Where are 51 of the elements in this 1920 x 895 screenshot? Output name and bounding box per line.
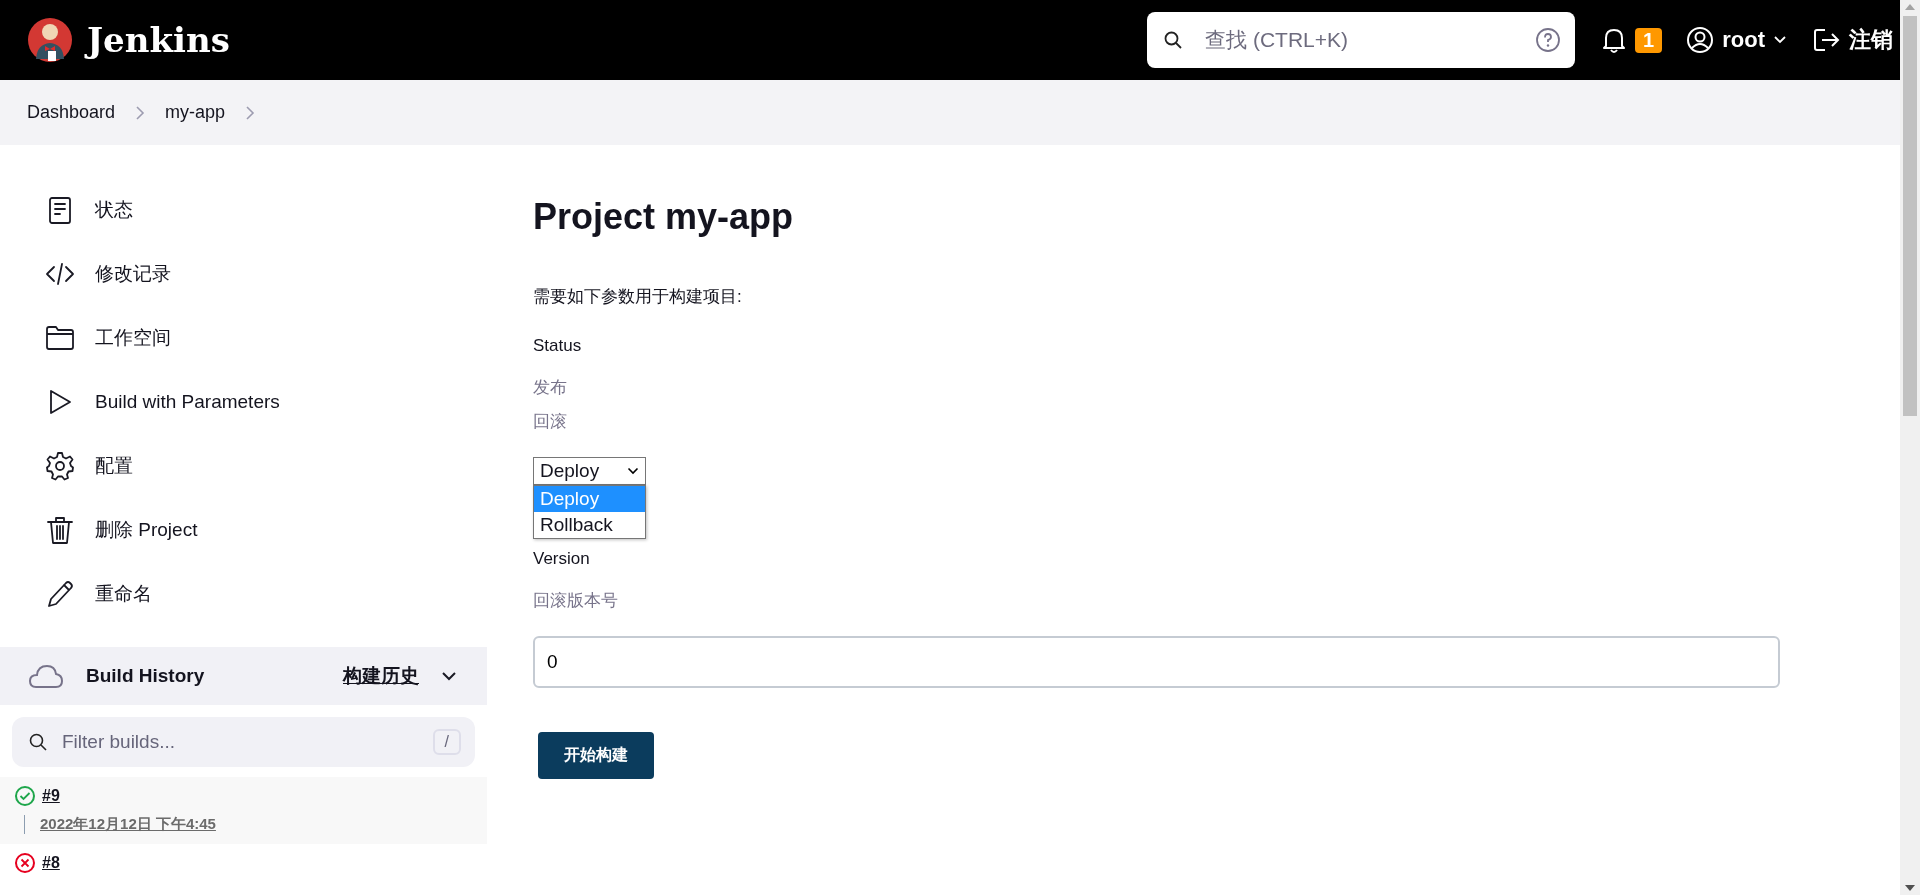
- search-field[interactable]: 查找 (CTRL+K): [1147, 12, 1576, 68]
- cloud-icon: [28, 663, 64, 689]
- chevron-right-icon: [135, 104, 146, 121]
- search-icon: [28, 732, 48, 752]
- build-link[interactable]: #9: [42, 787, 60, 805]
- search-icon: [1163, 30, 1184, 50]
- parameter-help: 回滚版本号: [533, 590, 619, 612]
- sidebar-item[interactable]: 修改记录: [45, 259, 171, 289]
- sidebar-item[interactable]: 删除 Project: [45, 515, 198, 545]
- build-button[interactable]: 开始构建: [538, 732, 654, 779]
- logout-button[interactable]: 注销: [1813, 25, 1893, 55]
- version-input[interactable]: 0: [533, 636, 1780, 688]
- chevron-down-icon: [1773, 35, 1787, 45]
- sidebar-item[interactable]: 工作空间: [45, 323, 171, 353]
- parameter-help: 发布: [533, 377, 568, 399]
- chevron-right-icon: [245, 104, 256, 121]
- folder-icon: [45, 323, 75, 353]
- build-link[interactable]: #8: [42, 854, 60, 872]
- dropdown-option[interactable]: Rollback: [534, 512, 645, 538]
- logo-icon[interactable]: [25, 15, 75, 65]
- user-icon: [1686, 26, 1715, 54]
- parameter-help: 回滚: [533, 411, 568, 433]
- pencil-icon: [45, 579, 75, 609]
- build-time-link[interactable]: 2022年12月12日 下午4:45: [40, 815, 216, 832]
- shortcut-key: /: [432, 729, 461, 755]
- user-menu[interactable]: root: [1686, 26, 1787, 54]
- sidebar-item[interactable]: Build with Parameters: [45, 387, 280, 417]
- parameter-name: Version: [533, 549, 591, 569]
- parameter-name: Status: [533, 336, 583, 356]
- help-icon[interactable]: [1535, 27, 1562, 53]
- gear-icon: [45, 451, 75, 481]
- status-select[interactable]: Deploy: [533, 457, 646, 485]
- cross-circle-icon: [14, 852, 36, 874]
- page-title: Project my-app: [533, 196, 795, 238]
- breadcrumb-link[interactable]: Dashboard: [27, 102, 116, 123]
- scrollbar-thumb[interactable]: [1903, 16, 1917, 416]
- scrollbar[interactable]: [1900, 0, 1920, 895]
- build-history-title: Build History: [86, 665, 206, 687]
- bell-icon[interactable]: [1601, 26, 1628, 54]
- scroll-down-icon[interactable]: [1905, 885, 1915, 891]
- chevron-down-icon[interactable]: [441, 670, 457, 682]
- sidebar-item[interactable]: 状态: [45, 195, 133, 225]
- trash-icon: [45, 515, 75, 545]
- description-text: 需要如下参数用于构建项目:: [533, 286, 743, 308]
- logout-icon: [1813, 27, 1841, 53]
- build-history-link[interactable]: 构建历史: [343, 663, 419, 689]
- breadcrumb-link[interactable]: my-app: [165, 102, 226, 123]
- sidebar-item[interactable]: 重命名: [45, 579, 152, 609]
- sidebar-item[interactable]: 配置: [45, 451, 133, 481]
- chevron-down-icon: [627, 467, 639, 475]
- check-circle-icon: [14, 785, 36, 807]
